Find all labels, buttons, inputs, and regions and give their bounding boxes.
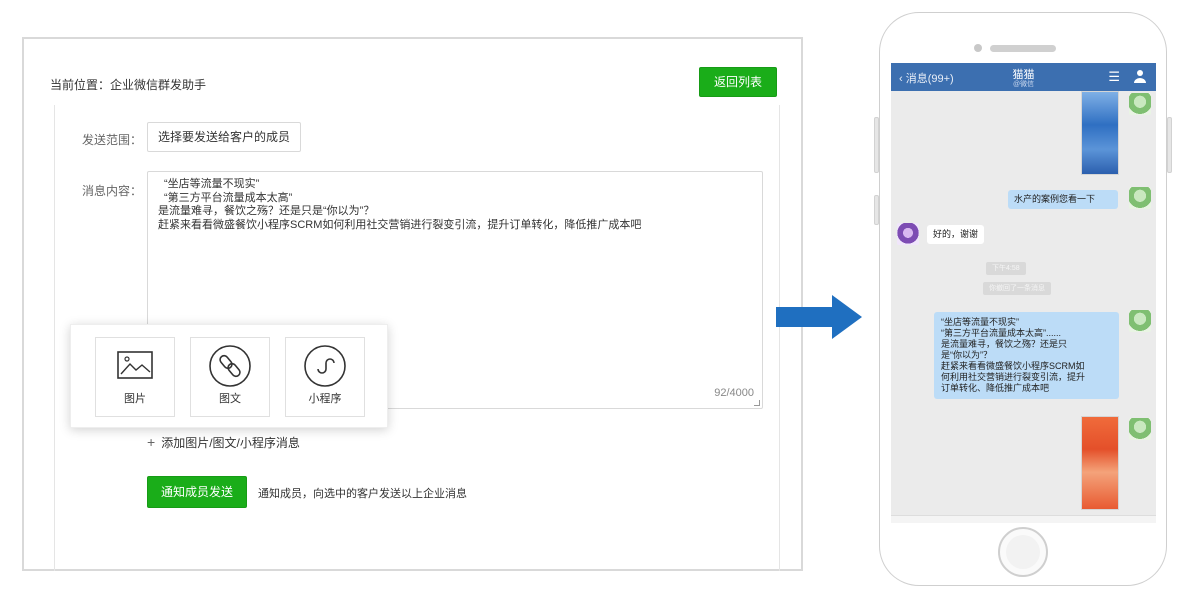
add-attachment-label: 添加图片/图文/小程序消息 (161, 436, 300, 450)
image-message[interactable] (1081, 416, 1119, 510)
add-attachment-link[interactable]: + 添加图片/图文/小程序消息 (147, 434, 300, 451)
power-button (1167, 117, 1172, 173)
timestamp-label: 下午4:58 (986, 262, 1026, 275)
chat-screen: ‹ 消息(99+) 猫猫 @微信 ☰ 水产的案例您看一下 好的，谢谢 下午4:5… (891, 63, 1156, 523)
front-camera (974, 44, 982, 52)
user-icon[interactable] (1133, 69, 1147, 83)
bubble-line: 何利用社交营销进行裂变引流，提升 (941, 372, 1086, 382)
plus-icon: + (147, 434, 156, 450)
chat-bubble-right-long[interactable]: “坐店等流量不现实” “第三方平台流量成本太高”...... 是流量难寻，餐饮之… (934, 312, 1119, 399)
chat-input-bar[interactable] (891, 515, 1156, 523)
sender-avatar[interactable] (1129, 418, 1151, 440)
broadcast-panel: 当前位置：企业微信群发助手 返回列表 发送范围： 选择要发送给客户的成员 消息内… (22, 37, 803, 571)
back-to-list-button[interactable]: 返回列表 (699, 67, 777, 97)
arrow-right-icon (776, 295, 862, 339)
bubble-line: 赶紧来看看微盛餐饮小程序SCRM如 (941, 361, 1085, 371)
volume-button (874, 117, 879, 173)
link-icon (209, 345, 251, 387)
sender-avatar[interactable] (1129, 187, 1151, 209)
chat-bubble-right[interactable]: 水产的案例您看一下 (1008, 190, 1118, 209)
content-label: 消息内容： (82, 184, 143, 198)
receiver-avatar[interactable] (897, 223, 919, 245)
bubble-line: 订单转化、降低推广成本吧 (941, 383, 1050, 393)
char-counter: 92/4000 (714, 386, 754, 399)
target-label: 发送范围： (82, 133, 143, 147)
notify-description: 通知成员，向选中的客户发送以上企业消息 (258, 488, 467, 500)
resize-handle[interactable] (754, 400, 760, 406)
breadcrumb: 当前位置：企业微信群发助手 (50, 76, 206, 93)
image-message[interactable] (1081, 91, 1119, 175)
bubble-line: “坐店等流量不现实” (941, 317, 1019, 327)
mute-button (874, 195, 879, 225)
article-option-label: 图文 (219, 393, 241, 405)
breadcrumb-current[interactable]: 企业微信群发助手 (110, 78, 206, 92)
miniprogram-icon (304, 345, 346, 387)
breadcrumb-prefix: 当前位置： (50, 78, 111, 92)
speaker-grille (990, 45, 1056, 52)
attach-miniprogram-option[interactable]: 小程序 (285, 337, 365, 417)
content-line: “第三方平台流量成本太高” (164, 191, 293, 204)
bubble-line: 是流量难寻，餐饮之殇？还是只 (941, 339, 1068, 349)
content-line: 赶紧来看看微盛餐饮小程序SCRM如何利用社交营销进行裂变引流，提升订单转化，降低… (158, 218, 642, 231)
attach-article-option[interactable]: 图文 (190, 337, 270, 417)
sender-avatar[interactable] (1129, 93, 1151, 115)
notify-members-button[interactable]: 通知成员发送 (147, 476, 247, 508)
image-icon (117, 351, 153, 379)
content-line: “坐店等流量不现实” (164, 178, 260, 190)
menu-icon[interactable]: ☰ (1108, 69, 1120, 85)
content-line: 是流量难寻，餐饮之殇？还是只是“你以为”？ (158, 205, 375, 217)
attach-image-option[interactable]: 图片 (95, 337, 175, 417)
phone-mockup: ‹ 消息(99+) 猫猫 @微信 ☰ 水产的案例您看一下 好的，谢谢 下午4:5… (874, 12, 1172, 586)
miniprogram-option-label: 小程序 (308, 393, 342, 405)
chat-header: ‹ 消息(99+) 猫猫 @微信 ☰ (891, 63, 1156, 91)
sender-avatar[interactable] (1129, 310, 1151, 332)
chat-bubble-left[interactable]: 好的，谢谢 (927, 225, 985, 244)
bubble-line: 是“你以为”？ (941, 350, 992, 360)
attachment-popup: 图片 图文 小程序 (70, 324, 388, 428)
target-member-select[interactable]: 选择要发送给客户的成员 (147, 122, 301, 152)
home-button[interactable] (998, 527, 1048, 577)
bubble-line: “第三方平台流量成本太高”...... (941, 328, 1061, 338)
image-option-label: 图片 (124, 393, 146, 405)
recall-notice: 你撤回了一条消息 (983, 282, 1051, 295)
